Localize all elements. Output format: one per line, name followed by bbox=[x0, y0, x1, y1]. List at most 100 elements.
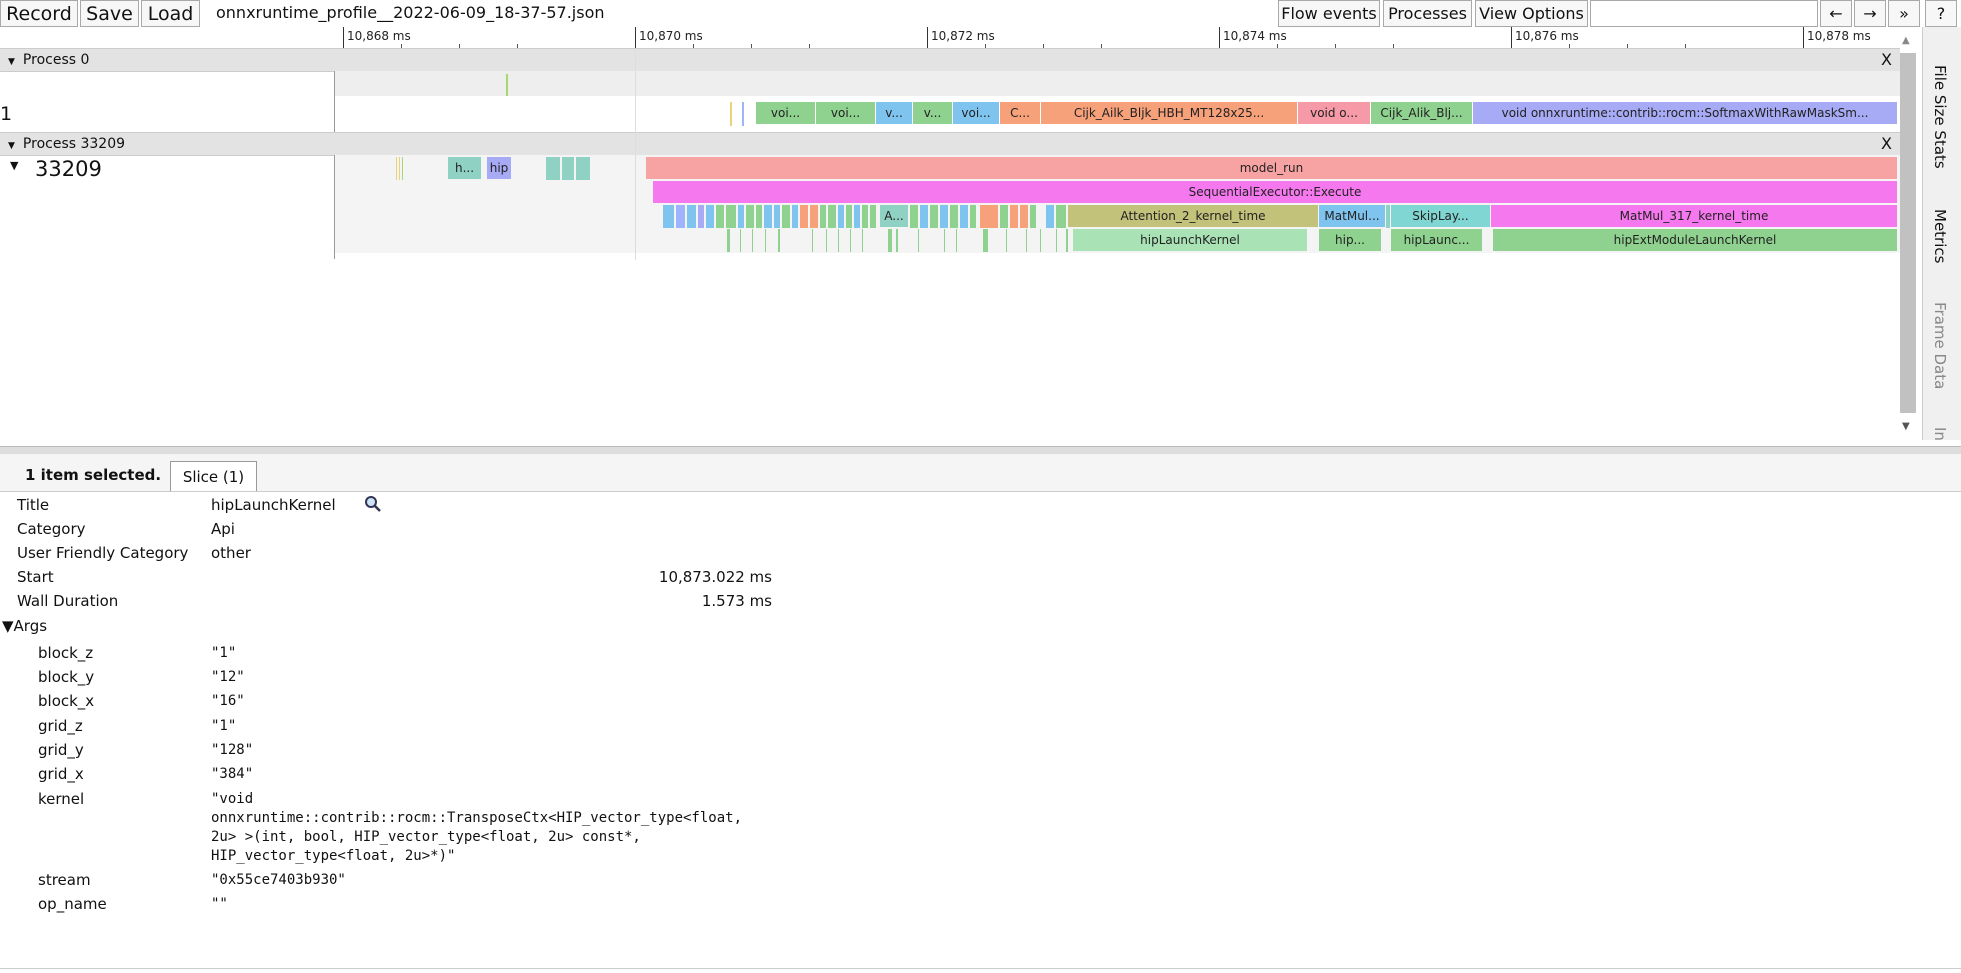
trace-slice[interactable]: Cijk_Ailk_Bljk_HBH_MT128x25... bbox=[1041, 102, 1297, 124]
tab-input-latency[interactable]: In bbox=[1931, 427, 1949, 441]
scroll-down-icon[interactable]: ▼ bbox=[1902, 421, 1910, 432]
record-button[interactable]: Record bbox=[0, 0, 78, 27]
event-marker[interactable] bbox=[506, 74, 508, 96]
arg-value-line: 2u> >(int, bool, HIP_vector_type<float, … bbox=[211, 829, 641, 845]
args-toggle[interactable]: ▼Args bbox=[2, 617, 47, 635]
tab-metrics[interactable]: Metrics bbox=[1931, 209, 1949, 263]
field-label: Title bbox=[17, 496, 50, 514]
tab-frame-data[interactable]: Frame Data bbox=[1931, 302, 1949, 389]
scrollbar-thumb[interactable] bbox=[1900, 53, 1916, 413]
collapse-triangle-icon[interactable]: ▼ bbox=[8, 135, 15, 157]
trace-slice[interactable]: voi... bbox=[816, 102, 875, 124]
arg-value-line: onnxruntime::contrib::rocm::TransposeCtx… bbox=[211, 810, 743, 826]
trace-slice[interactable]: Cijk_Alik_Blj... bbox=[1371, 102, 1472, 124]
field-value-user-category: other bbox=[211, 544, 251, 562]
event-marker[interactable] bbox=[730, 102, 732, 126]
back-arrow-button[interactable]: ← bbox=[1820, 0, 1852, 27]
processes-button[interactable]: Processes bbox=[1383, 0, 1472, 27]
process1-lane-label: ▼ 33209 bbox=[0, 155, 335, 259]
side-panel-tabs: File Size Stats Metrics Frame Data In bbox=[1922, 27, 1961, 441]
field-value-category: Api bbox=[211, 520, 235, 538]
ruler-label: 10,870 ms bbox=[639, 29, 703, 43]
ruler-label: 10,878 ms bbox=[1807, 29, 1871, 43]
arg-key: grid_x bbox=[38, 765, 84, 783]
save-button[interactable]: Save bbox=[80, 0, 139, 27]
expand-triangle-icon[interactable]: ▼ bbox=[10, 159, 18, 172]
close-icon[interactable]: X bbox=[1881, 133, 1892, 155]
arg-key: kernel bbox=[38, 790, 85, 808]
forward-arrow-button[interactable]: → bbox=[1854, 0, 1886, 27]
process-title: Process 0 bbox=[22, 52, 90, 68]
trace-slice[interactable]: voi... bbox=[756, 102, 815, 124]
close-icon[interactable]: X bbox=[1881, 49, 1892, 71]
search-box[interactable] bbox=[1590, 0, 1818, 27]
process-header-33209[interactable]: ▼ Process 33209 X bbox=[0, 132, 1900, 156]
arg-value: "1" bbox=[211, 645, 237, 661]
timeline-scrollbar[interactable]: ▲ ▼ bbox=[1898, 35, 1920, 435]
ruler-label: 10,874 ms bbox=[1223, 29, 1287, 43]
view-options-button[interactable]: View Options bbox=[1475, 0, 1588, 27]
help-button[interactable]: ? bbox=[1925, 0, 1957, 27]
arg-value: "128" bbox=[211, 742, 254, 758]
trace-slice[interactable]: void o... bbox=[1298, 102, 1370, 124]
tab-file-size-stats[interactable]: File Size Stats bbox=[1931, 65, 1949, 169]
trace-slice[interactable]: hip... bbox=[1319, 229, 1381, 251]
trace-slice[interactable]: v... bbox=[876, 102, 912, 124]
arg-value-line: HIP_vector_type<float, 2u>*)" bbox=[211, 848, 456, 864]
trace-slice[interactable]: hip bbox=[487, 157, 511, 179]
ruler-label: 10,876 ms bbox=[1515, 29, 1579, 43]
field-label: User Friendly Category bbox=[17, 544, 189, 562]
arg-key: block_y bbox=[38, 668, 95, 686]
trace-slice[interactable]: C... bbox=[1000, 102, 1040, 124]
trace-slice[interactable]: voi... bbox=[953, 102, 999, 124]
selected-slice[interactable]: hipLaunchKernel bbox=[1073, 229, 1307, 251]
arg-key: grid_y bbox=[38, 741, 84, 759]
field-label: Category bbox=[17, 520, 86, 538]
process-header-0[interactable]: ▼ Process 0 X bbox=[0, 48, 1900, 72]
trace-slice[interactable]: A... bbox=[880, 205, 908, 227]
thread-label: 33209 bbox=[35, 157, 102, 181]
load-button[interactable]: Load bbox=[141, 0, 200, 27]
scroll-up-icon[interactable]: ▲ bbox=[1902, 35, 1910, 46]
trace-slice[interactable]: hipLaunc... bbox=[1391, 229, 1482, 251]
arg-value: "384" bbox=[211, 766, 254, 782]
arg-key: block_x bbox=[38, 692, 95, 710]
event-marker[interactable] bbox=[742, 102, 744, 126]
arg-value: "1" bbox=[211, 718, 237, 734]
executor-slice[interactable]: SequentialExecutor::Execute bbox=[653, 181, 1897, 203]
arg-key: block_z bbox=[38, 644, 94, 662]
arg-value: "16" bbox=[211, 693, 245, 709]
trace-slice[interactable]: MatMul... bbox=[1319, 205, 1385, 227]
selection-summary: 1 item selected. bbox=[25, 466, 162, 484]
arg-key: op_name bbox=[38, 895, 107, 913]
search-icon[interactable] bbox=[364, 495, 382, 517]
arg-value: "12" bbox=[211, 669, 245, 685]
flow-events-button[interactable]: Flow events bbox=[1278, 0, 1380, 27]
field-value-duration: 1.573 ms bbox=[701, 592, 772, 610]
field-value-title: hipLaunchKernel bbox=[211, 496, 336, 514]
more-button[interactable]: » bbox=[1888, 0, 1920, 27]
thread-label: 1 bbox=[0, 103, 13, 125]
process0-lane-label: 1 bbox=[0, 71, 335, 133]
trace-slice[interactable]: v... bbox=[913, 102, 952, 124]
arg-value-line: "void bbox=[211, 791, 254, 807]
arg-value: "" bbox=[211, 896, 228, 912]
trace-filename: onnxruntime_profile__2022-06-09_18-37-57… bbox=[216, 3, 605, 22]
field-value-start: 10,873.022 ms bbox=[658, 568, 772, 586]
tab-slice[interactable]: Slice (1) bbox=[170, 461, 257, 491]
process0-counter-lane bbox=[335, 71, 1900, 96]
field-label: Wall Duration bbox=[17, 592, 119, 610]
analysis-tabs: 1 item selected. Slice (1) bbox=[0, 454, 1961, 492]
ruler-label: 10,872 ms bbox=[931, 29, 995, 43]
trace-slice[interactable]: h... bbox=[448, 157, 481, 179]
model-run-slice[interactable]: model_run bbox=[646, 157, 1897, 179]
trace-slice[interactable]: hipExtModuleLaunchKernel bbox=[1493, 229, 1897, 251]
trace-slice[interactable]: SkipLay... bbox=[1391, 205, 1490, 227]
arg-value: "0x55ce7403b930" bbox=[211, 872, 346, 888]
trace-slice[interactable]: Attention_2_kernel_time bbox=[1068, 205, 1318, 227]
collapse-triangle-icon[interactable]: ▼ bbox=[8, 51, 15, 73]
trace-slice[interactable]: void onnxruntime::contrib::rocm::Softmax… bbox=[1473, 102, 1897, 124]
trace-slice[interactable]: MatMul_317_kernel_time bbox=[1491, 205, 1897, 227]
process-title: Process 33209 bbox=[22, 136, 126, 152]
ruler-label: 10,868 ms bbox=[347, 29, 411, 43]
